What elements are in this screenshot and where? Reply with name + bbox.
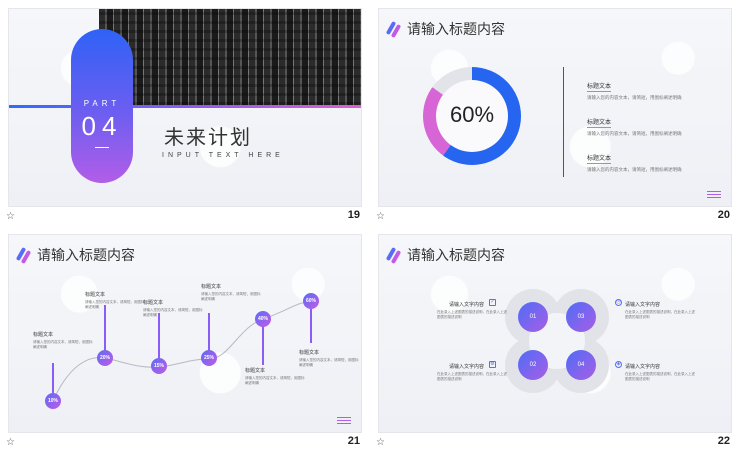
- slide-title: 请输入标题内容: [407, 22, 505, 38]
- slide-canvas: 请输入标题内容 01 03 02 04 请输入文字内容 ✓ 在此录入上述图表的描…: [378, 234, 732, 433]
- data-point: 10%: [45, 393, 61, 409]
- quadrant-04: 04: [566, 350, 596, 380]
- slide-canvas: 请输入标题内容 10% 标题文本 请输入您的内容文本，请简短，用图标阐述明确 2…: [8, 234, 362, 433]
- corner-decoration: [707, 189, 721, 198]
- donut-percent: 60%: [449, 102, 495, 127]
- gear-icon: ⚙: [489, 361, 496, 368]
- compass-icon: ◈: [615, 361, 622, 368]
- title-accent-icon: [385, 245, 402, 265]
- slide-canvas: PART 04 未来计划 INPUT TEXT HERE: [8, 8, 362, 207]
- data-point: 40%: [255, 311, 271, 327]
- slide-number: 22: [717, 435, 730, 447]
- checkbox-icon: ✓: [489, 299, 496, 306]
- gradient-stripe: [9, 105, 361, 108]
- slide-canvas: 请输入标题内容 60% 标题文本 请输入您的内容文本，请简短，用图标阐述明确 标…: [378, 8, 732, 207]
- star-icon[interactable]: ☆: [6, 437, 15, 448]
- data-point: 15%: [151, 358, 167, 374]
- section-title: 未来计划: [164, 125, 252, 149]
- title-accent-icon: [385, 19, 402, 39]
- star-icon[interactable]: ☆: [376, 437, 385, 448]
- section-subtitle: INPUT TEXT HERE: [162, 152, 284, 159]
- slide-sorter-grid: PART 04 未来计划 INPUT TEXT HERE ☆ 19 请输入标题内…: [0, 0, 740, 452]
- slide-number: 19: [347, 209, 360, 221]
- quadrant-03: 03: [566, 302, 596, 332]
- data-point: 25%: [201, 350, 217, 366]
- data-point: 60%: [303, 293, 319, 309]
- star-icon[interactable]: ☆: [6, 211, 15, 222]
- clock-icon: ◷: [615, 299, 622, 306]
- part-number: 04: [81, 111, 123, 141]
- star-icon[interactable]: ☆: [376, 211, 385, 222]
- quadrant-02: 02: [518, 350, 548, 380]
- slide-number: 20: [717, 209, 730, 221]
- slide-thumbnail-20[interactable]: 请输入标题内容 60% 标题文本 请输入您的内容文本，请简短，用图标阐述明确 标…: [370, 0, 740, 226]
- quadrant-01: 01: [518, 302, 548, 332]
- slide-thumbnail-19[interactable]: PART 04 未来计划 INPUT TEXT HERE ☆ 19: [0, 0, 370, 226]
- slide-thumbnail-22[interactable]: 请输入标题内容 01 03 02 04 请输入文字内容 ✓ 在此录入上述图表的描…: [370, 226, 740, 452]
- part-label: PART: [83, 99, 121, 108]
- part-pill: PART 04: [71, 29, 133, 183]
- corner-decoration: [337, 415, 351, 424]
- clover-diagram: 01 03 02 04: [505, 289, 609, 393]
- data-point: 20%: [97, 350, 113, 366]
- donut-chart: 60%: [423, 67, 521, 165]
- info-item: 标题文本 请输入您的内容文本，请简短，用图标阐述明确: [587, 119, 682, 137]
- info-item: 标题文本 请输入您的内容文本，请简短，用图标阐述明确: [587, 83, 682, 101]
- slide-thumbnail-21[interactable]: 请输入标题内容 10% 标题文本 请输入您的内容文本，请简短，用图标阐述明确 2…: [0, 226, 370, 452]
- info-item: 标题文本 请输入您的内容文本，请简短，用图标阐述明确: [587, 155, 682, 173]
- slide-number: 21: [347, 435, 360, 447]
- divider: [563, 67, 564, 177]
- building-photo: [99, 9, 361, 105]
- slide-title: 请输入标题内容: [407, 248, 505, 264]
